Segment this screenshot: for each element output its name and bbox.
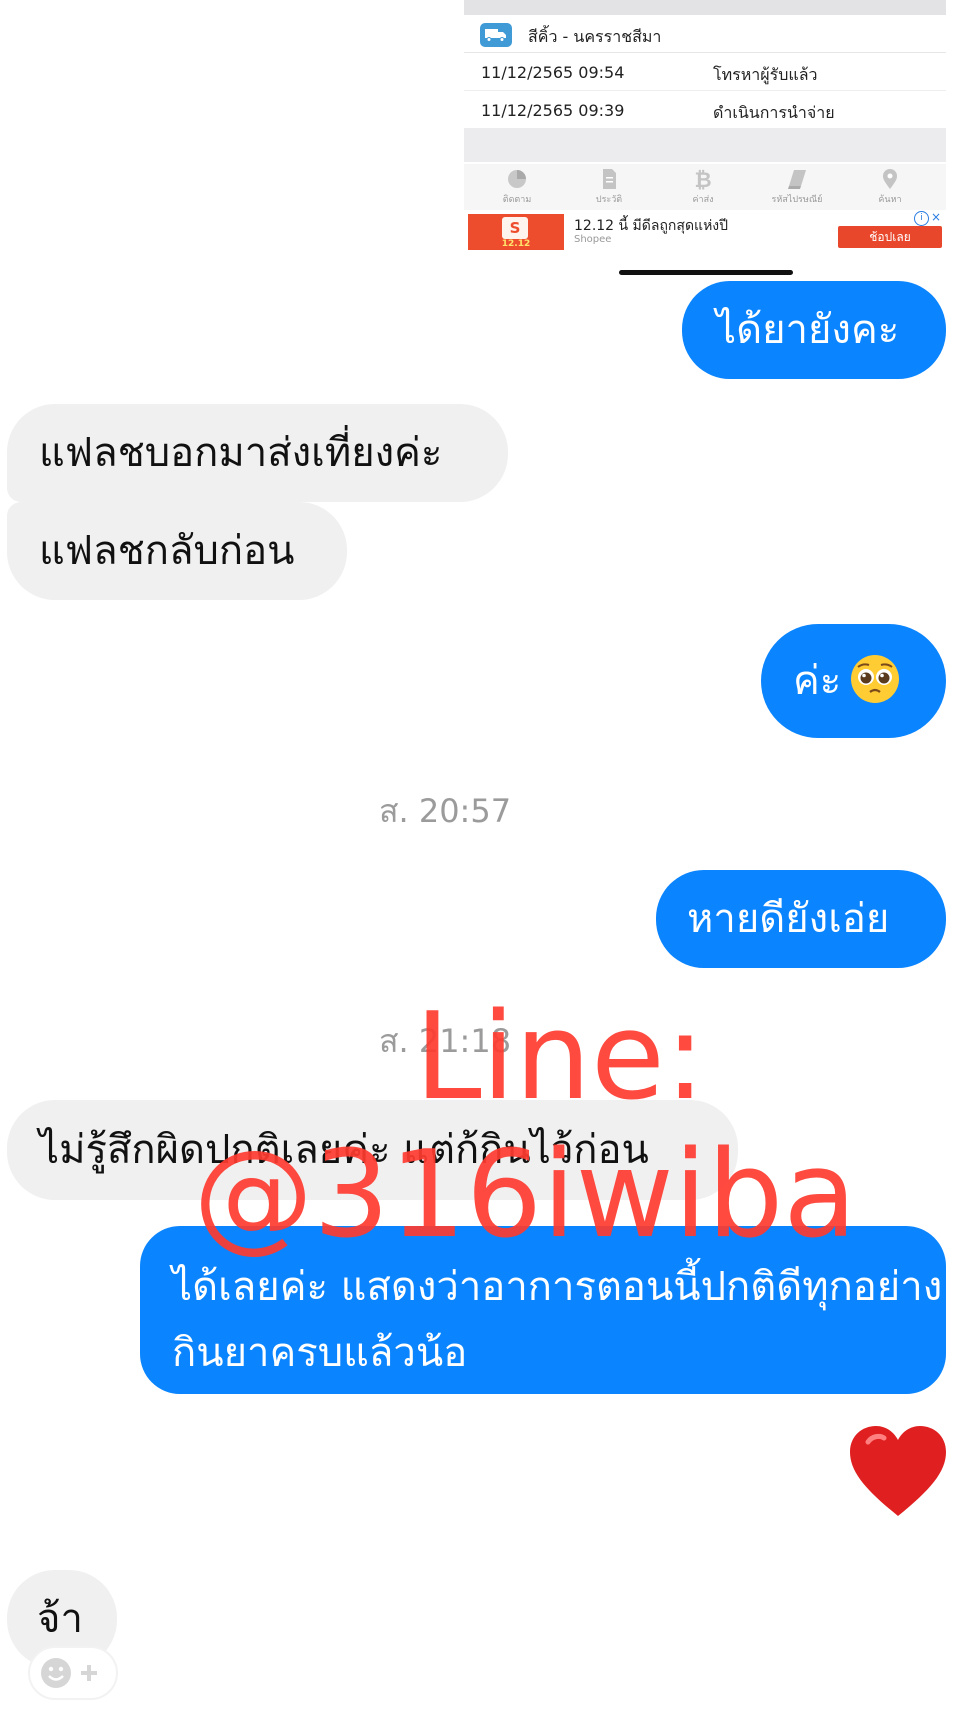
route-text: สีคิ้ว - นครราชสีมา (528, 27, 662, 46)
smiley-plus-icon (41, 1658, 97, 1688)
svg-text:₿: ₿ (694, 168, 711, 190)
event-status: โทรหาผู้รับแล้ว (713, 65, 818, 84)
outgoing-message[interactable]: หายดียังเอ่ย (656, 870, 946, 968)
truck-icon (480, 23, 512, 47)
tab-history: ประวัติ (574, 168, 644, 206)
timestamp: ส. 21:18 (378, 1022, 512, 1060)
map-pin-icon (883, 169, 897, 189)
tab-tracking: ติดตาม (482, 168, 552, 206)
tab-postcode: รหัสไปรษณีย์ (762, 168, 832, 206)
event-status: ดำเนินการนำจ่าย (713, 103, 835, 122)
ad-info-icon[interactable]: i (914, 211, 929, 226)
shared-tracking-screenshot[interactable]: สีคิ้ว - นครราชสีมา 11/12/2565 09:54 โทร… (464, 0, 946, 280)
screenshot-spacer (464, 128, 946, 162)
tracking-event-row: 11/12/2565 09:39 ดำเนินการนำจ่าย (464, 92, 946, 128)
red-heart-icon[interactable] (846, 1420, 950, 1524)
shopee-ad-banner[interactable]: S 12.12 12.12 นี้ มีดีลถูกสุดแห่งปี Shop… (464, 210, 946, 254)
bitcoin-icon: ₿ (694, 168, 711, 190)
ad-close-icon[interactable]: × (931, 210, 941, 224)
tracking-event-row: 11/12/2565 09:54 โทรหาผู้รับแล้ว (464, 54, 946, 91)
timestamp: ส. 20:57 (378, 792, 512, 830)
tab-search: ค้นหา (855, 168, 925, 206)
incoming-message[interactable]: ไม่รู้สึกผิดปกติเลยค่ะ แต่ก้กินไว้ก่อน (7, 1100, 738, 1200)
shopee-bag-icon: S (502, 217, 528, 239)
outgoing-message[interactable]: ค่ะ (761, 624, 946, 738)
incoming-message[interactable]: แฟลชบอกมาส่งเที่ยงค่ะ (7, 404, 508, 502)
ad-brand: Shopee (574, 234, 612, 245)
tab-fee: ₿ ค่าส่ง (668, 168, 738, 206)
home-indicator (619, 270, 793, 275)
message-text: ค่ะ (793, 658, 842, 704)
outgoing-message[interactable]: ได้เลยค่ะ แสดงว่าอาการตอนนี้ปกติดีทุกอย่… (140, 1226, 946, 1394)
screenshot-tab-bar: ติดตาม ประวัติ ₿ ค่าส่ง รหัสไปรษณีย์ ค้น… (464, 164, 946, 210)
ad-image: S 12.12 (468, 214, 564, 250)
book-icon (788, 170, 806, 189)
event-time: 11/12/2565 09:39 (481, 101, 625, 120)
incoming-message[interactable]: แฟลชกลับก่อน (7, 502, 347, 600)
pleading-face-icon (851, 655, 900, 703)
pie-chart-icon (508, 170, 526, 188)
screenshot-top-bar (464, 0, 946, 15)
event-time: 11/12/2565 09:54 (481, 63, 625, 82)
route-row: สีคิ้ว - นครราชสีมา (464, 17, 946, 53)
document-icon (603, 169, 616, 189)
outgoing-message[interactable]: ได้ยายังคะ (682, 281, 946, 379)
ad-shop-now-button[interactable]: ช้อปเลย (838, 226, 942, 248)
add-reaction-button[interactable] (30, 1648, 116, 1698)
